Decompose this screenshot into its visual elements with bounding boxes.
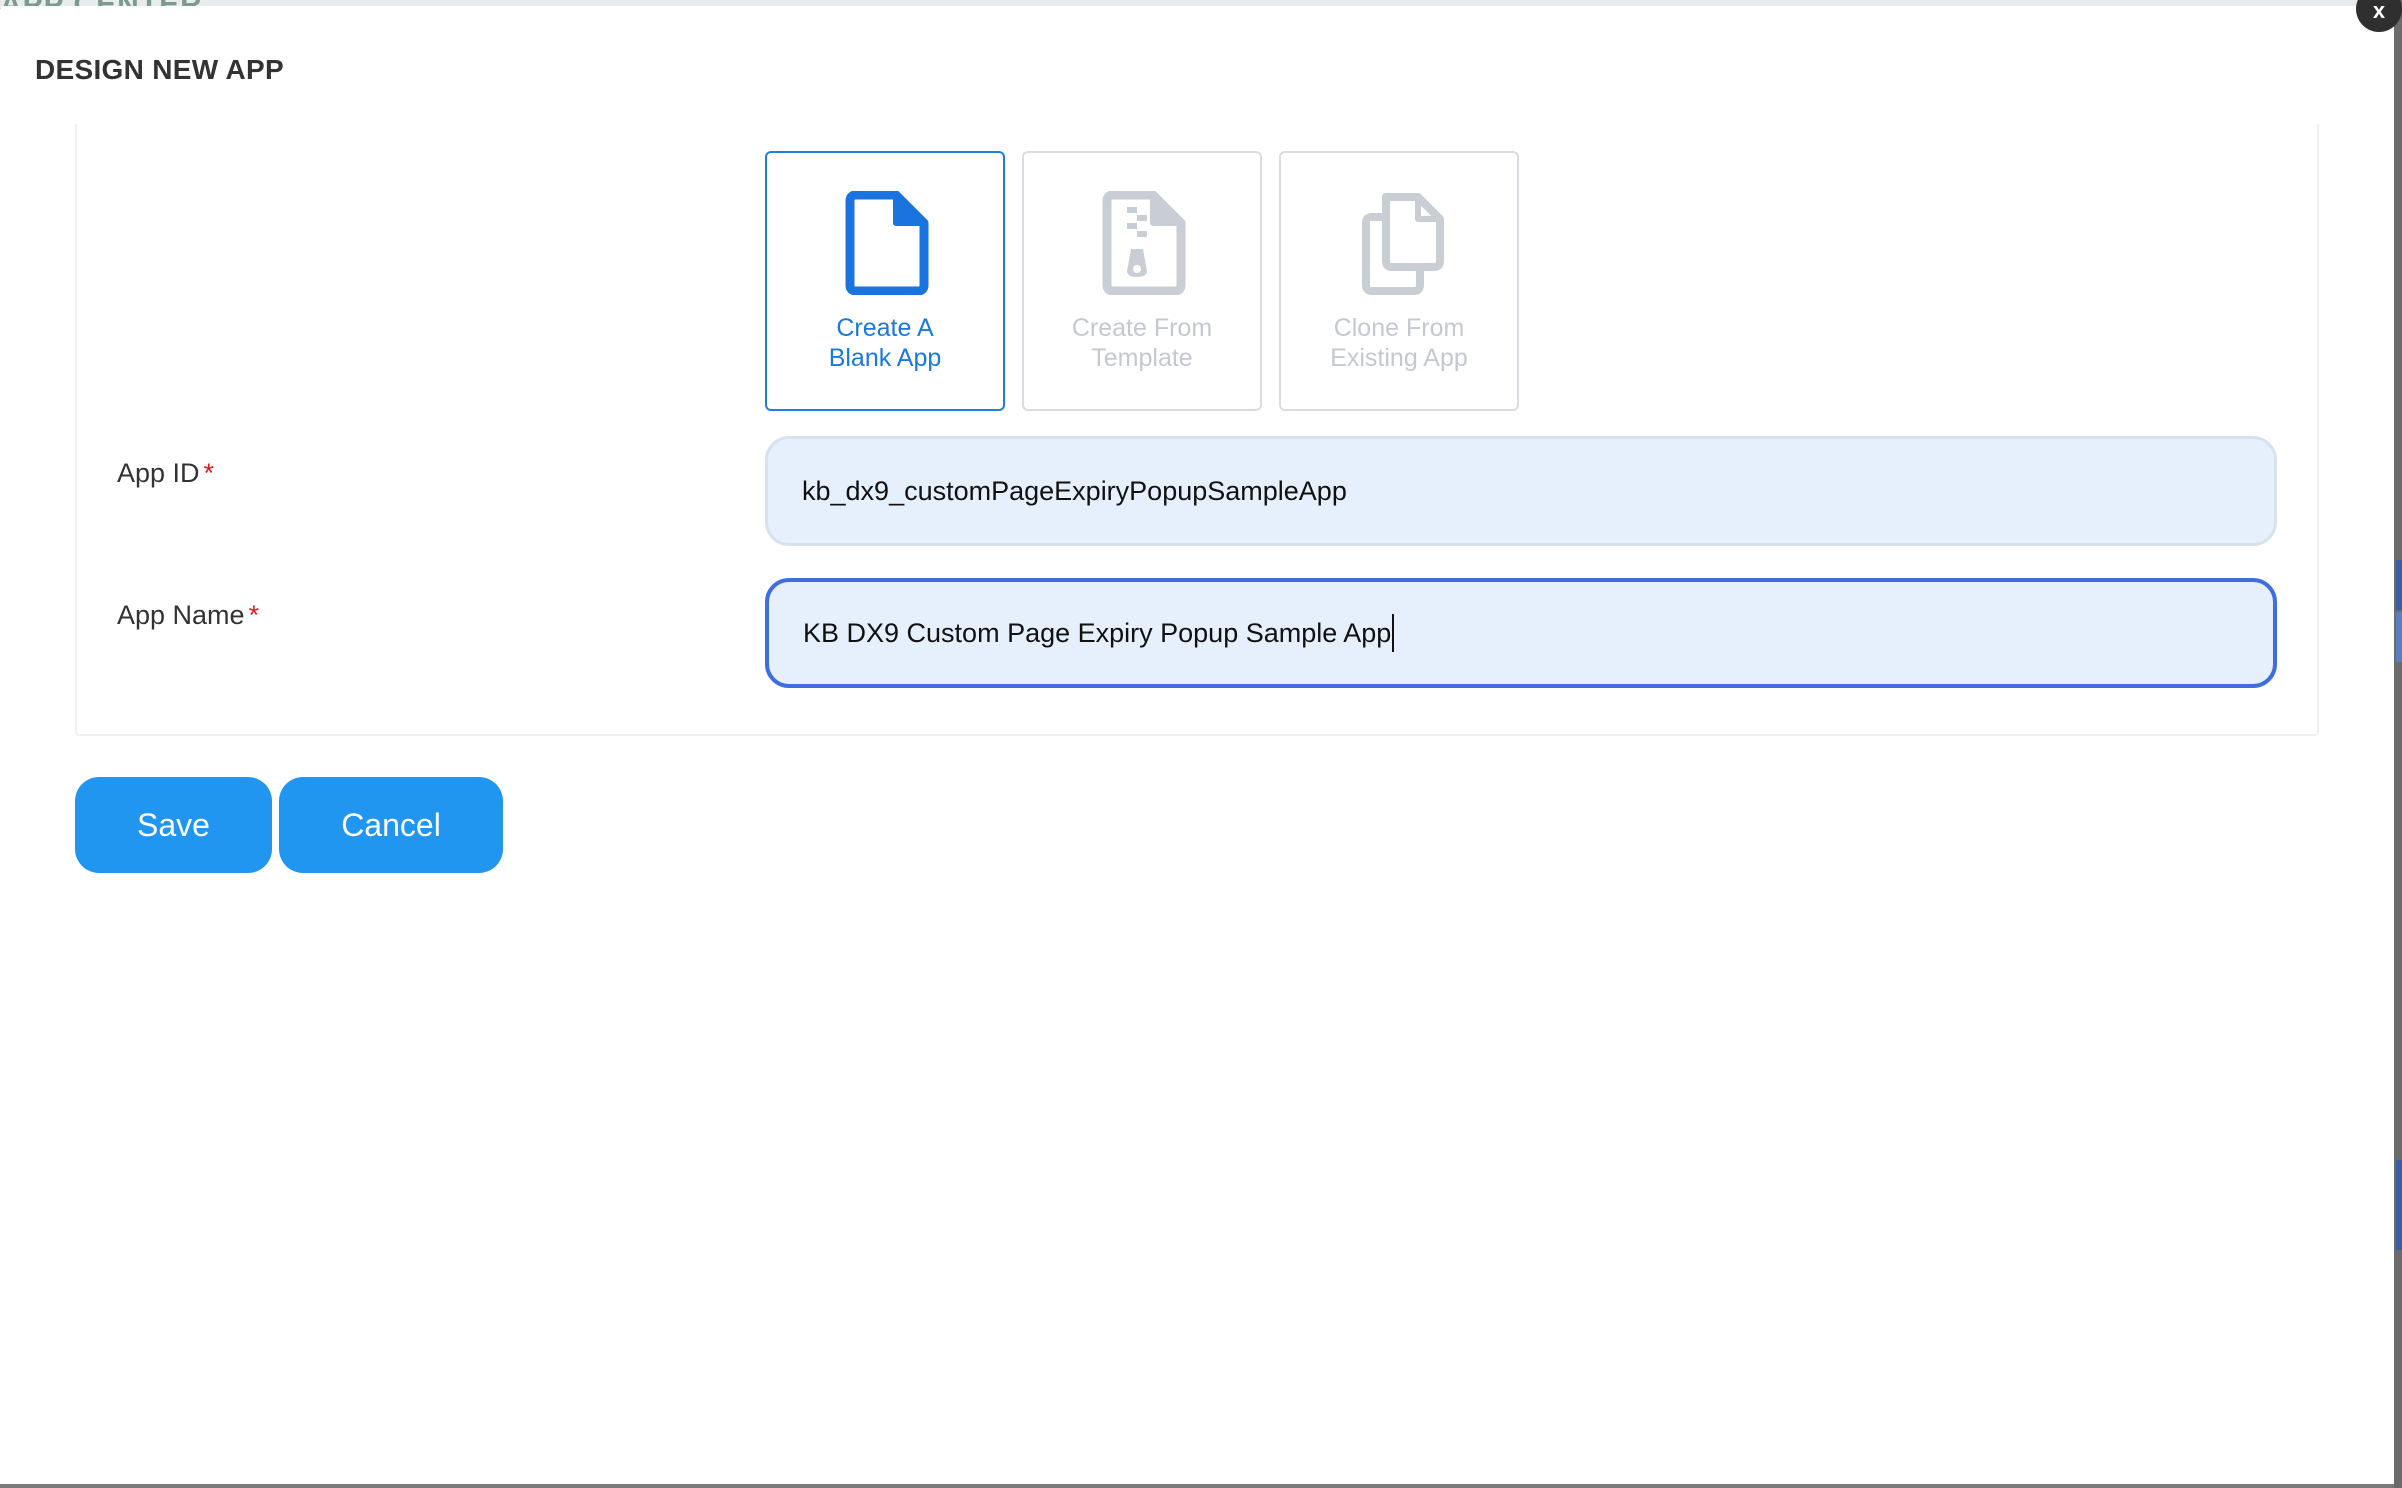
background-edge-mark [2396, 560, 2402, 610]
app-id-label: App ID * [117, 458, 215, 488]
app-id-value: kb_dx9_customPageExpiryPopupSampleApp [802, 475, 1347, 506]
card-label: Create A Blank App [828, 314, 942, 372]
blank-file-icon [845, 191, 929, 295]
background-edge-mark [2396, 612, 2402, 662]
zip-file-icon [1102, 191, 1186, 295]
clone-existing-app-card[interactable]: Clone From Existing App [1279, 151, 1519, 411]
save-button[interactable]: Save [75, 777, 272, 873]
required-mark: * [248, 600, 260, 630]
required-mark: * [203, 458, 215, 488]
modal-title: DESIGN NEW APP [35, 54, 284, 85]
background-page-edge [2394, 0, 2402, 1488]
design-new-app-modal: DESIGN NEW APP Create A Blank App Create… [0, 6, 2394, 1484]
create-blank-app-card[interactable]: Create A Blank App [765, 151, 1005, 411]
background-edge-mark [2396, 1160, 2402, 1250]
text-caret [1392, 614, 1395, 652]
app-name-field[interactable]: KB DX9 Custom Page Expiry Popup Sample A… [765, 578, 2277, 688]
card-label: Clone From Existing App [1330, 314, 1468, 372]
create-from-template-card[interactable]: Create From Template [1022, 151, 1262, 411]
cancel-button[interactable]: Cancel [279, 777, 503, 873]
copy-icon [1362, 193, 1444, 295]
card-label: Create From Template [1071, 314, 1213, 372]
app-name-value: KB DX9 Custom Page Expiry Popup Sample A… [803, 617, 1392, 648]
app-id-field[interactable]: kb_dx9_customPageExpiryPopupSampleApp [765, 436, 2277, 546]
app-name-label: App Name * [117, 600, 260, 630]
close-icon: x [2372, 0, 2386, 23]
